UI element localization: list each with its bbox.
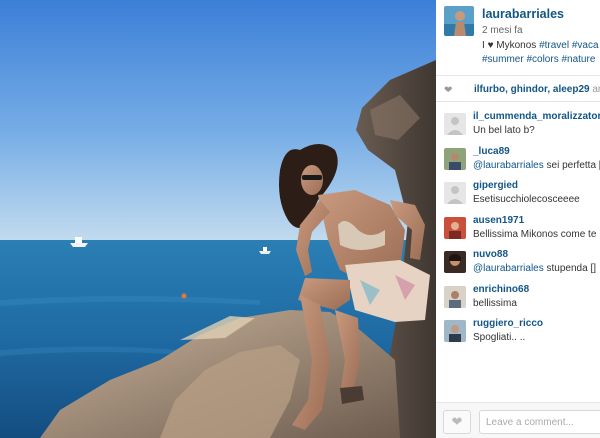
commenter-username[interactable]: ausen1971 <box>473 215 524 226</box>
commenter-avatar[interactable] <box>444 251 466 273</box>
post-photo[interactable] <box>0 0 436 438</box>
comment-list: il_cummenda_moralizzatore Un bel lato b?… <box>436 108 600 350</box>
author-avatar[interactable] <box>444 6 474 36</box>
commenter-avatar[interactable] <box>444 147 466 170</box>
commenter-avatar[interactable] <box>444 182 466 204</box>
comment-text: Esetisucchiolecosceeee <box>473 194 580 205</box>
comment-text: Bellissima Mikonos come te ! <box>473 228 600 240</box>
commenter-avatar[interactable] <box>444 216 466 239</box>
likes-row: ❤ ilfurbo, ghindor, aleep29 and 3 <box>436 80 600 102</box>
comment-text: Spogliati.. .. <box>473 332 526 343</box>
comment-item: ausen1971 Bellissima Mikonos come te ! <box>436 212 600 247</box>
commenter-username[interactable]: _luca89 <box>473 146 510 157</box>
comment-item: ruggiero_ricco Spogliati.. .. <box>436 315 600 350</box>
photo-scene <box>0 0 436 438</box>
comment-item: gipergied Esetisucchiolecosceeee <box>436 177 600 212</box>
comment-text: Un bel lato b? <box>473 125 535 136</box>
caption-hashtags-1[interactable]: #travel #vaca <box>539 40 598 51</box>
comment-text: bellissima <box>473 297 517 309</box>
comment-item: il_cummenda_moralizzatore Un bel lato b? <box>436 108 600 143</box>
post-sidebar: laurabarriales 2 mesi fa I ♥ Mykonos #tr… <box>436 0 600 438</box>
author-username[interactable]: laurabarriales <box>482 7 564 21</box>
comment-input[interactable] <box>479 410 600 434</box>
commenter-avatar[interactable] <box>444 285 466 308</box>
likes-heart-icon: ❤ <box>444 85 453 96</box>
commenter-username[interactable]: il_cummenda_moralizzatore <box>473 111 600 122</box>
post-timestamp[interactable]: 2 mesi fa <box>482 25 523 36</box>
heart-icon: ❤ <box>451 414 463 429</box>
commenter-avatar[interactable] <box>444 113 466 135</box>
like-button[interactable]: ❤ <box>443 410 471 434</box>
commenter-username[interactable]: enrichino68 <box>473 284 529 295</box>
caption-line-1: I ♥ Mykonos #travel #vaca <box>482 40 599 51</box>
post-caption: I ♥ Mykonos #travel #vaca #summer #color… <box>482 39 600 67</box>
caption-hashtags-2[interactable]: #summer #colors #nature <box>482 53 600 67</box>
comment-footer: ❤ <box>436 402 600 438</box>
commenter-username[interactable]: gipergied <box>473 180 518 191</box>
comment-text: @laurabarriales stupenda [] <box>473 263 597 274</box>
commenter-username[interactable]: nuvo88 <box>473 249 508 260</box>
commenter-avatar[interactable] <box>444 320 466 342</box>
post-header: laurabarriales 2 mesi fa I ♥ Mykonos #tr… <box>436 0 600 76</box>
buoy <box>181 293 187 299</box>
comment-item: _luca89 @laurabarriales sei perfetta [] <box>436 143 600 178</box>
comment-text: @laurabarriales sei perfetta [] <box>473 159 600 171</box>
commenter-username[interactable]: ruggiero_ricco <box>473 318 543 329</box>
comment-item: nuvo88 @laurabarriales stupenda [] <box>436 246 600 281</box>
comment-item: enrichino68 bellissima <box>436 281 600 316</box>
likes-list[interactable]: ilfurbo, ghindor, aleep29 and 3 <box>474 84 600 95</box>
likes-more[interactable]: and 3 <box>590 84 600 95</box>
